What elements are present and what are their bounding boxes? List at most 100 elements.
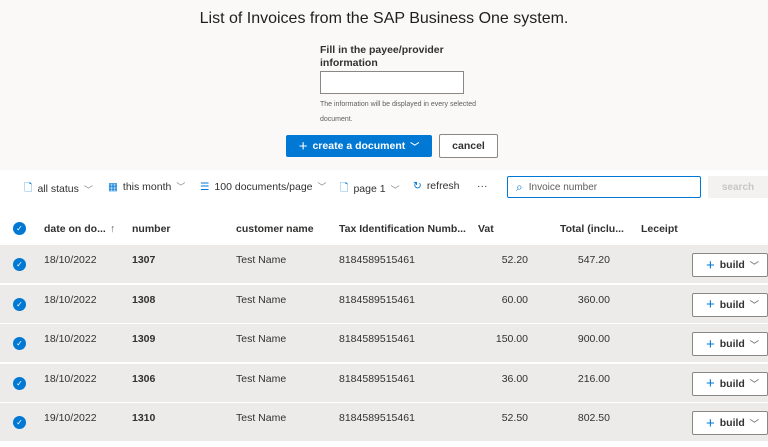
payee-label: Fill in the payee/provider information — [320, 44, 444, 69]
cell-vat: 60.00 — [501, 293, 528, 306]
period-label: this month — [122, 180, 172, 193]
col-receipt[interactable]: Leceipt — [641, 223, 678, 235]
cancel-button[interactable]: cancel — [439, 134, 498, 158]
col-tax-id[interactable]: Tax Identification Numb... — [339, 223, 466, 235]
build-label: build — [719, 338, 745, 350]
table-header: ✓ date on do... ↑ number customer name T… — [0, 210, 768, 245]
refresh-button[interactable]: ↻ refresh — [413, 180, 460, 192]
row-checkbox[interactable]: ✓ — [13, 258, 26, 271]
build-label: build — [719, 259, 745, 271]
cell-tax-id: 8184589515461 — [339, 372, 415, 385]
build-button[interactable]: + build ﹀ — [692, 292, 768, 317]
chevron-down-icon: ﹀ — [749, 418, 759, 429]
more-button[interactable]: ··· — [477, 180, 488, 192]
table-row[interactable]: ✓ 18/10/2022 1306 Test Name 818458951546… — [0, 363, 768, 402]
cell-total: 547.20 — [577, 254, 610, 266]
cell-date: 18/10/2022 — [44, 333, 97, 345]
cell-customer: Test Name — [236, 372, 287, 385]
col-date[interactable]: date on do... — [44, 223, 106, 235]
header-panel: List of Invoices from the SAP Business O… — [0, 0, 768, 170]
build-label: build — [719, 298, 745, 311]
cell-vat: 52.50 — [501, 412, 528, 424]
table-row[interactable]: ✓ 18/10/2022 1309 Test Name 818458951546… — [0, 324, 768, 362]
col-vat[interactable]: Vat — [478, 223, 494, 235]
cell-total: 900.00 — [577, 333, 610, 345]
build-button[interactable]: + build ﹀ — [692, 411, 768, 435]
search-button[interactable]: search — [708, 176, 768, 198]
row-checkbox[interactable]: ✓ — [13, 297, 26, 311]
plus-icon: + — [706, 256, 715, 274]
build-label: build — [719, 377, 745, 390]
cell-tax-id: 8184589515461 — [339, 333, 415, 345]
page-title: List of Invoices from the SAP Business O… — [199, 10, 569, 27]
search-icon: ⌕ — [516, 179, 523, 194]
cell-date: 18/10/2022 — [44, 372, 97, 385]
chevron-down-icon: ﹀ — [749, 300, 759, 310]
cell-total: 802.50 — [577, 412, 610, 424]
col-number[interactable]: number — [132, 223, 171, 235]
create-document-button[interactable]: + create a document ﹀ — [286, 135, 432, 157]
build-button[interactable]: + build ﹀ — [692, 253, 768, 277]
cell-number: 1309 — [132, 333, 156, 345]
plus-icon: + — [298, 137, 308, 155]
plus-icon: + — [706, 414, 715, 432]
payee-hint: The information will be displayed in eve… — [320, 101, 477, 123]
cell-total: 216.00 — [577, 372, 610, 385]
refresh-label: refresh — [426, 180, 460, 192]
build-button[interactable]: + build ﹀ — [692, 371, 768, 396]
chevron-down-icon: ﹀ — [390, 184, 400, 195]
cell-total: 360.00 — [577, 293, 610, 306]
page-size-filter[interactable]: ☰ 100 documents/page ﹀ — [200, 180, 327, 193]
page-selector[interactable]: 🗋 page 1 ﹀ — [340, 180, 400, 198]
cell-tax-id: 8184589515461 — [339, 254, 415, 266]
cell-customer: Test Name — [236, 293, 287, 306]
sort-asc-icon: ↑ — [110, 223, 116, 235]
cell-tax-id: 8184589515461 — [339, 293, 415, 306]
status-label: all status — [37, 183, 79, 195]
row-checkbox[interactable]: ✓ — [13, 337, 26, 350]
search-placeholder: Invoice number — [528, 181, 598, 193]
calendar-icon: ▦ — [108, 180, 118, 193]
plus-icon: + — [706, 335, 715, 353]
plus-icon: + — [706, 375, 715, 392]
row-checkbox[interactable]: ✓ — [13, 416, 26, 429]
table-row[interactable]: ✓ 19/10/2022 1310 Test Name 818458951546… — [0, 403, 768, 441]
cell-date: 18/10/2022 — [44, 293, 97, 306]
cell-tax-id: 8184589515461 — [339, 412, 415, 424]
page-size-label: 100 documents/page — [214, 180, 313, 193]
list-icon: ☰ — [200, 180, 210, 193]
build-button[interactable]: + build ﹀ — [692, 332, 768, 356]
row-checkbox[interactable]: ✓ — [13, 376, 26, 390]
chevron-down-icon: ﹀ — [410, 141, 420, 152]
col-total[interactable]: Total (inclu... — [560, 223, 624, 235]
payee-input[interactable] — [320, 71, 464, 94]
cell-vat: 150.00 — [495, 333, 528, 345]
cell-date: 19/10/2022 — [44, 412, 97, 424]
build-label: build — [719, 417, 745, 429]
select-all-checkbox[interactable]: ✓ — [13, 222, 26, 235]
page-label: page 1 — [353, 183, 386, 195]
table-row[interactable]: ✓ 18/10/2022 1307 Test Name 818458951546… — [0, 245, 768, 283]
create-document-label: create a document — [312, 140, 406, 152]
plus-icon: + — [706, 296, 715, 313]
cell-customer: Test Name — [236, 333, 287, 345]
chevron-down-icon: ﹀ — [317, 182, 327, 192]
cell-customer: Test Name — [236, 254, 287, 266]
document-icon: 🗋 — [340, 182, 349, 194]
cell-number: 1306 — [132, 372, 156, 385]
chevron-down-icon: ﹀ — [749, 379, 759, 389]
document-icon: 🗋 — [24, 182, 33, 194]
cell-date: 18/10/2022 — [44, 254, 97, 266]
refresh-icon: ↻ — [413, 180, 422, 192]
cell-number: 1307 — [132, 254, 156, 266]
period-filter[interactable]: ▦ this month ﹀ — [108, 180, 185, 193]
table-row[interactable]: ✓ 18/10/2022 1308 Test Name 818458951546… — [0, 284, 768, 323]
col-customer[interactable]: customer name — [236, 223, 314, 235]
chevron-down-icon: ﹀ — [749, 260, 759, 271]
cell-number: 1310 — [132, 412, 156, 424]
chevron-down-icon: ﹀ — [749, 339, 759, 350]
invoice-search[interactable]: ⌕ Invoice number — [507, 176, 701, 198]
status-filter[interactable]: 🗋 all status ﹀ — [24, 180, 93, 198]
cell-number: 1308 — [132, 293, 156, 306]
cell-vat: 36.00 — [501, 372, 528, 385]
